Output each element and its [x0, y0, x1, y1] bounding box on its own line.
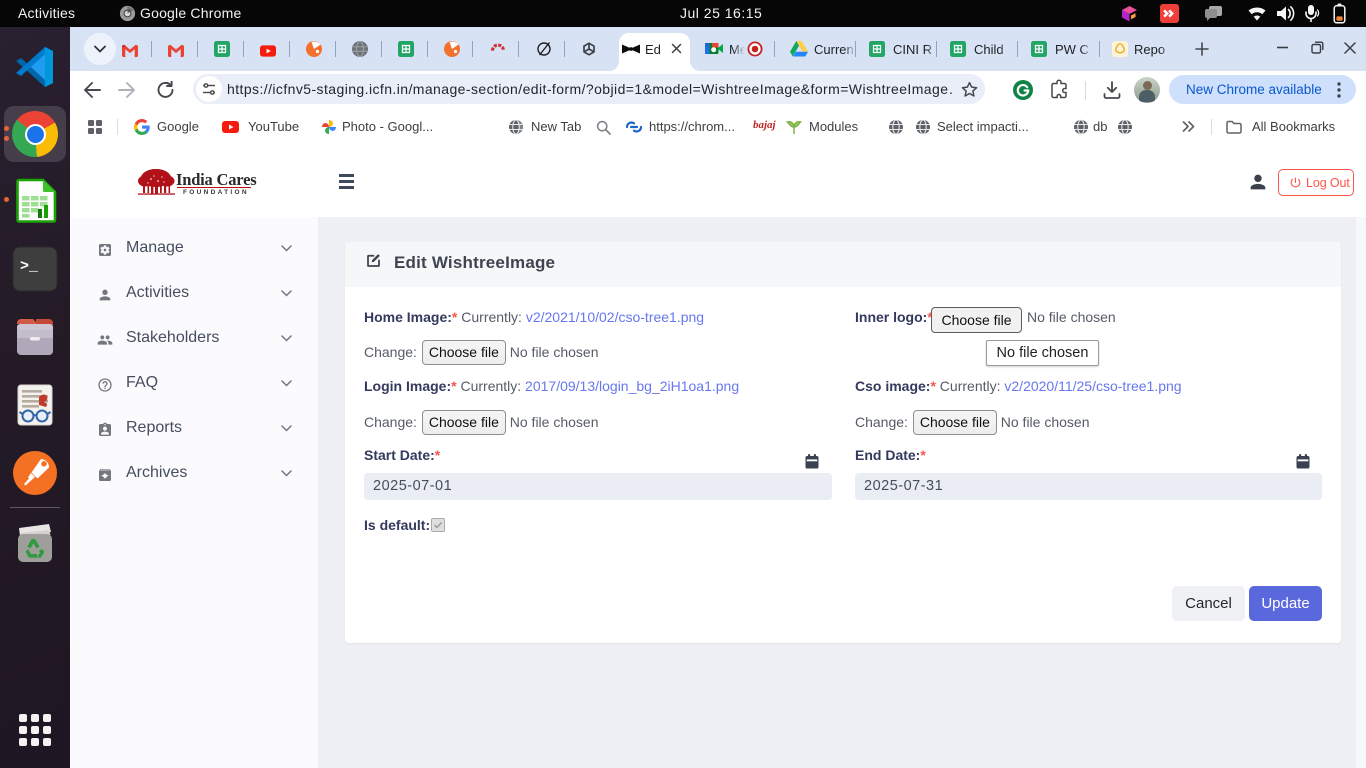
svg-text:>_: >_ [20, 258, 39, 275]
